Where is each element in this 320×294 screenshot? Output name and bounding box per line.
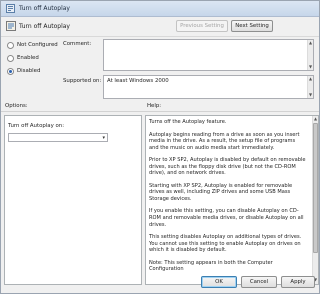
radio-enabled-label: Enabled <box>17 55 39 61</box>
help-panel: Turns off the Autoplay feature. Autoplay… <box>145 115 319 285</box>
help-paragraph: Note: This setting appears in both the C… <box>149 259 273 273</box>
next-setting-button[interactable]: Next Setting <box>231 20 273 32</box>
scroll-down-icon[interactable]: ▼ <box>308 64 313 70</box>
scroll-up-icon[interactable]: ▲ <box>308 40 313 46</box>
help-paragraph: Prior to XP SP2, Autoplay is disabled by… <box>149 157 306 177</box>
supported-on-label: Supported on: <box>63 78 102 84</box>
section-divider <box>1 111 319 112</box>
help-scroll-thumb[interactable] <box>313 123 318 253</box>
policy-window-icon <box>6 4 15 13</box>
apply-button[interactable]: Apply <box>281 276 315 288</box>
supported-on-box: At least Windows 2000 <box>103 75 314 99</box>
autoplay-drives-dropdown[interactable]: ▾ <box>8 133 108 142</box>
title-bar[interactable]: Turn off Autoplay <box>1 1 319 17</box>
supported-on-value: At least Windows 2000 <box>107 78 169 84</box>
comment-textarea[interactable] <box>103 39 314 71</box>
radio-disabled-dot[interactable] <box>7 68 14 75</box>
previous-setting-button[interactable]: Previous Setting <box>176 20 228 32</box>
comment-label: Comment: <box>63 41 92 47</box>
radio-not-configured-label: Not Configured <box>17 42 58 48</box>
help-scrollbar[interactable]: ▲ ▼ <box>312 116 318 284</box>
radio-enabled[interactable]: Enabled <box>7 55 67 63</box>
autoplay-drives-label: Turn off Autoplay on: <box>8 123 65 129</box>
help-section-label: Help: <box>147 103 162 109</box>
radio-disabled-label: Disabled <box>17 68 41 74</box>
comment-scrollbar[interactable]: ▲ ▼ <box>307 40 313 70</box>
help-paragraph: Starting with XP SP2, Autoplay is enable… <box>149 182 293 202</box>
scroll-down-icon[interactable]: ▼ <box>308 92 313 98</box>
help-text: Turns off the Autoplay feature. Autoplay… <box>149 119 306 279</box>
policy-name: Turn off Autoplay <box>19 23 70 30</box>
policy-header: Turn off Autoplay Previous Setting Next … <box>1 17 319 37</box>
chevron-down-icon[interactable]: ▾ <box>102 135 105 141</box>
ok-button[interactable]: OK <box>201 276 237 288</box>
help-paragraph: If you enable this setting, you can disa… <box>149 208 304 228</box>
radio-not-configured-dot[interactable] <box>7 42 14 49</box>
radio-not-configured[interactable]: Not Configured <box>7 42 67 50</box>
policy-setting-icon <box>6 21 16 31</box>
radio-enabled-dot[interactable] <box>7 55 14 62</box>
options-panel: Turn off Autoplay on: ▾ <box>4 115 142 285</box>
window-title: Turn off Autoplay <box>19 5 70 12</box>
options-section-label: Options: <box>5 103 28 109</box>
help-paragraph: Autoplay begins reading from a drive as … <box>149 131 300 151</box>
radio-disabled[interactable]: Disabled <box>7 68 67 76</box>
cancel-button[interactable]: Cancel <box>241 276 277 288</box>
scroll-up-icon[interactable]: ▲ <box>313 116 318 122</box>
supported-scrollbar[interactable]: ▲ ▼ <box>307 76 313 98</box>
policy-dialog: Turn off Autoplay Turn off Autoplay Prev… <box>0 0 320 294</box>
scroll-up-icon[interactable]: ▲ <box>308 76 313 82</box>
help-paragraph: Turns off the Autoplay feature. <box>149 119 227 125</box>
help-paragraph: This setting disables Autoplay on additi… <box>149 234 302 254</box>
